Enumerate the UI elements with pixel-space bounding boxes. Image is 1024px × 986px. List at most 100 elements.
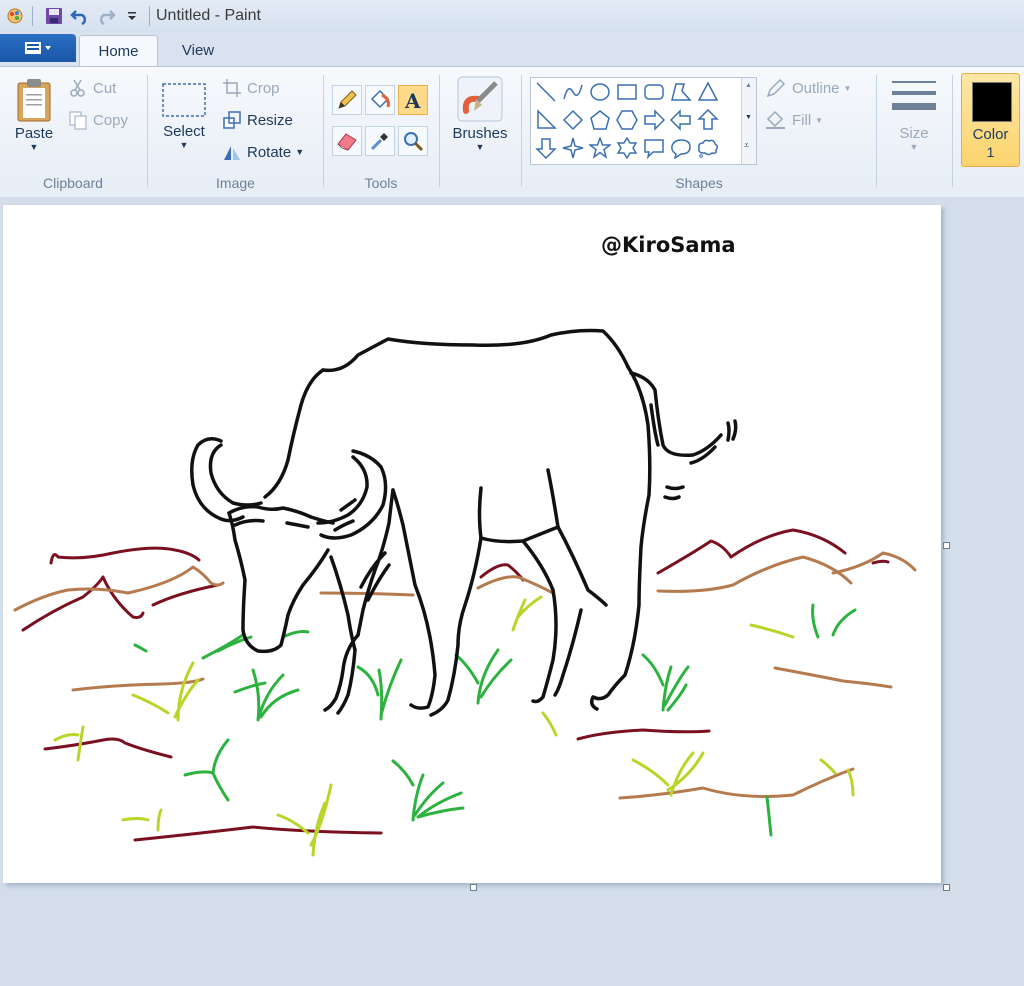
right-arrow-shape[interactable]	[642, 108, 666, 132]
pencil-tool[interactable]	[332, 85, 362, 115]
five-point-star-shape[interactable]	[588, 136, 612, 160]
fill-bucket-icon	[765, 110, 787, 130]
four-point-star-shape[interactable]	[561, 136, 585, 160]
oval-callout-shape[interactable]	[669, 136, 693, 160]
pentagon-shape[interactable]	[588, 108, 612, 132]
divider	[521, 75, 522, 187]
size-label: Size	[899, 125, 929, 142]
app-menu-button[interactable]	[0, 34, 76, 62]
rounded-rectangle-icon	[644, 84, 664, 100]
outline-button[interactable]: Outline ▼	[765, 78, 851, 98]
quick-access-toolbar	[0, 0, 143, 32]
chevron-down-icon[interactable]: ▼	[745, 114, 752, 121]
shapes-gallery: ▲ ▼ ⩡	[530, 77, 757, 165]
chevron-down-icon: ▼	[909, 142, 919, 152]
brushes-button[interactable]: Brushes ▼	[448, 75, 512, 152]
oval-callout-icon	[671, 139, 691, 159]
resize-label: Resize	[247, 111, 293, 129]
tab-view[interactable]: View	[160, 35, 236, 66]
rotate-label: Rotate	[247, 143, 292, 161]
hexagon-shape[interactable]	[615, 108, 639, 132]
tab-home[interactable]: Home	[79, 35, 158, 67]
paint-app-icon[interactable]	[4, 5, 26, 27]
four-point-star-icon	[562, 137, 584, 159]
diamond-shape[interactable]	[561, 108, 585, 132]
ribbon-tabs: Home View	[0, 32, 1024, 67]
cloud-callout-shape[interactable]	[696, 136, 720, 160]
color-label: Color	[972, 126, 1009, 143]
five-point-star-icon	[589, 137, 611, 159]
chevron-up-icon[interactable]: ▲	[745, 82, 752, 89]
fill-button[interactable]: Fill ▼	[765, 110, 823, 130]
divider	[952, 75, 953, 187]
undo-icon[interactable]	[69, 5, 91, 27]
size-button[interactable]: Size ▼	[886, 77, 942, 152]
rectangular-callout-shape[interactable]	[642, 136, 666, 160]
rectangle-icon	[617, 84, 637, 100]
magnifier-icon	[404, 132, 424, 152]
paste-label: Paste	[14, 125, 54, 142]
chevron-down-icon: ▼	[295, 147, 305, 157]
outline-label: Outline	[792, 79, 840, 97]
cloud-callout-icon	[698, 139, 719, 158]
fill-label: Fill	[792, 111, 812, 129]
left-arrow-icon	[670, 109, 691, 131]
save-icon[interactable]	[43, 5, 65, 27]
curve-shape[interactable]	[561, 80, 585, 104]
left-arrow-shape[interactable]	[669, 108, 693, 132]
text-tool[interactable]: A	[398, 85, 428, 115]
eraser-tool[interactable]	[332, 126, 362, 156]
polygon-shape[interactable]	[669, 80, 693, 104]
color-picker-tool[interactable]	[365, 126, 395, 156]
rounded-rectangle-shape[interactable]	[642, 80, 666, 104]
brushes-label: Brushes	[452, 125, 508, 142]
resize-button[interactable]: Resize	[222, 110, 293, 130]
more-shapes-icon[interactable]: ⩡	[744, 140, 749, 151]
resize-handle-corner[interactable]	[943, 884, 950, 891]
up-arrow-shape[interactable]	[696, 108, 720, 132]
color-1-button[interactable]: Color 1	[961, 73, 1020, 167]
select-button[interactable]: Select ▼	[158, 79, 210, 150]
chevron-down-icon: ▼	[29, 142, 39, 152]
eraser-icon	[337, 133, 357, 151]
brush-icon	[457, 76, 503, 122]
right-triangle-icon	[537, 109, 557, 129]
cut-button[interactable]: Cut	[68, 78, 116, 98]
canvas-area[interactable]: @KiroSama	[0, 197, 1024, 986]
chevron-down-icon: ▼	[475, 142, 485, 152]
drawing-canvas[interactable]: @KiroSama	[3, 205, 941, 883]
curve-icon	[563, 84, 583, 100]
chevron-down-icon: ▼	[179, 140, 189, 150]
fill-tool[interactable]	[365, 85, 395, 115]
text-icon: A	[404, 89, 421, 111]
six-point-star-shape[interactable]	[615, 136, 639, 160]
crop-button[interactable]: Crop	[222, 78, 280, 98]
paint-bucket-icon	[370, 89, 390, 109]
line-icon	[536, 82, 556, 102]
divider	[439, 75, 440, 187]
right-triangle-shape[interactable]	[534, 108, 558, 132]
triangle-shape[interactable]	[696, 80, 720, 104]
copy-label: Copy	[93, 111, 129, 129]
color-number: 1	[986, 144, 995, 160]
polygon-icon	[671, 83, 692, 101]
divider	[32, 6, 33, 26]
oval-shape[interactable]	[588, 80, 612, 104]
line-shape[interactable]	[534, 80, 558, 104]
paste-button[interactable]: Paste ▼	[10, 77, 58, 152]
rectangle-shape[interactable]	[615, 80, 639, 104]
down-arrow-shape[interactable]	[534, 136, 558, 160]
tools-group-label: Tools	[364, 175, 398, 191]
pentagon-icon	[590, 110, 610, 130]
window-title: Untitled - Paint	[156, 7, 261, 24]
redo-icon[interactable]	[95, 5, 117, 27]
resize-handle-bottom[interactable]	[470, 884, 477, 891]
copy-button[interactable]: Copy	[68, 110, 128, 130]
customize-dropdown-icon[interactable]	[121, 5, 143, 27]
magnifier-tool[interactable]	[398, 126, 428, 156]
ribbon: Paste ▼ Cut Copy Clipboard Select ▼ Crop…	[0, 66, 1024, 198]
resize-handle-right[interactable]	[943, 542, 950, 549]
shapes-scrollbar[interactable]: ▲ ▼ ⩡	[741, 78, 756, 164]
chevron-down-icon: ▼	[815, 115, 824, 125]
rotate-button[interactable]: Rotate ▼	[222, 142, 304, 162]
